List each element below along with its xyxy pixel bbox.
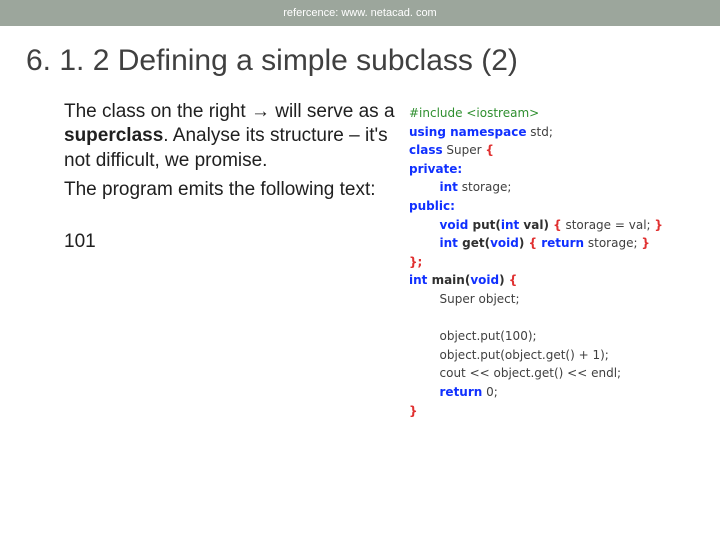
paragraph-2: The program emits the following text: (64, 178, 399, 202)
arrow-icon: → (251, 101, 270, 122)
paragraph-1: The class on the right → will serve as a… (64, 100, 399, 173)
reference-text: refercence: www. netacad. com (283, 7, 436, 19)
code-pre: #include <iostream> using namespace std;… (409, 104, 720, 420)
page-title: 6. 1. 2 Defining a simple subclass (2) (26, 44, 720, 78)
program-output: 101 (64, 230, 399, 254)
header-bar: refercence: www. netacad. com (0, 0, 720, 26)
code-block: #include <iostream> using namespace std;… (409, 104, 720, 420)
content-row: The class on the right → will serve as a… (0, 100, 720, 420)
explanation-text: The class on the right → will serve as a… (64, 100, 399, 255)
